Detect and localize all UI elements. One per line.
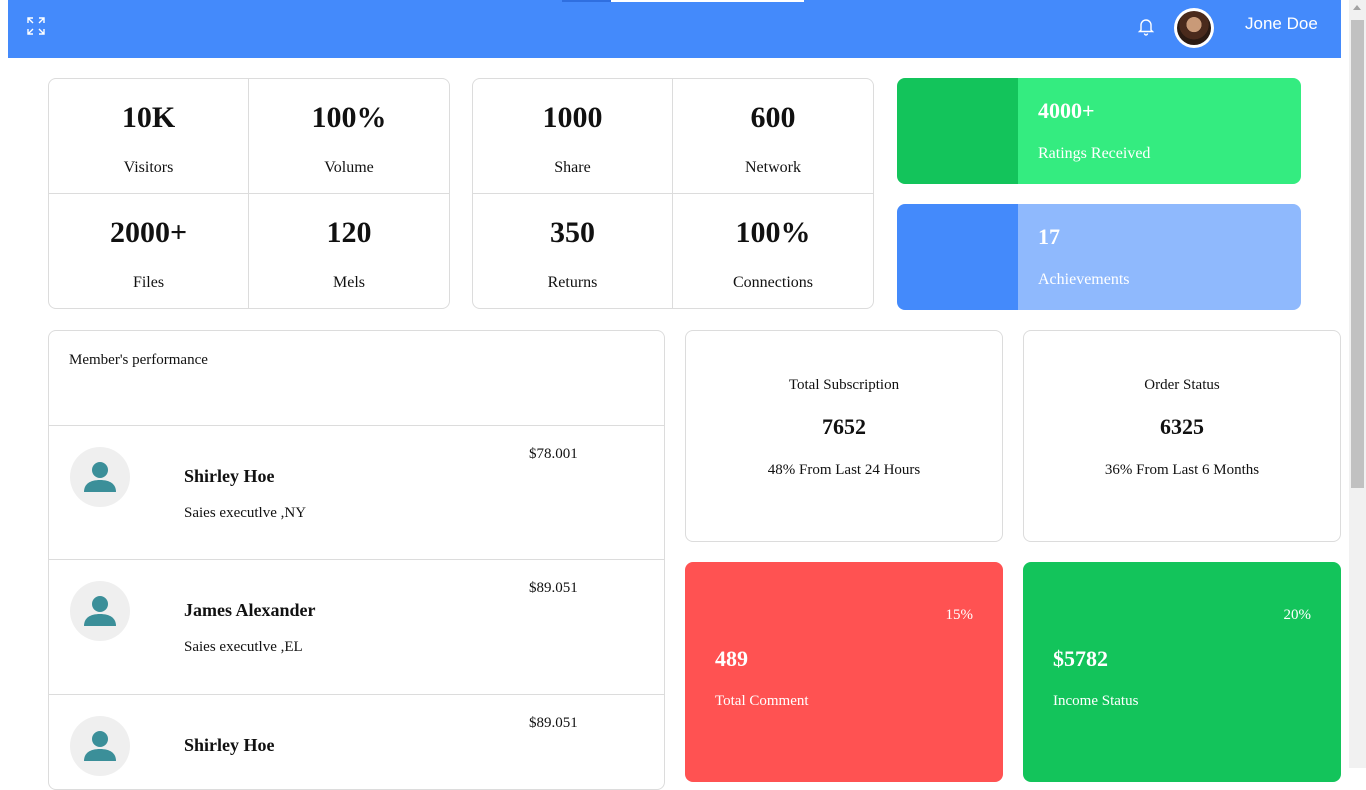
list-item[interactable]: James Alexander Saies executlve ,EL $89.… xyxy=(49,559,664,694)
stat-label: Mels xyxy=(333,273,365,291)
member-amount: $89.051 xyxy=(529,580,578,596)
card-label: Total Comment xyxy=(715,693,809,709)
member-name: Shirley Hoe xyxy=(184,466,275,486)
stat-value: 2000+ xyxy=(109,215,188,249)
scrollbar-thumb[interactable] xyxy=(1351,20,1364,488)
card-percent: 20% xyxy=(1283,607,1312,623)
user-icon[interactable] xyxy=(70,447,130,507)
card-percent: 15% xyxy=(945,607,974,623)
scroll-up-icon[interactable] xyxy=(1353,5,1361,10)
stat-label: Files xyxy=(132,273,165,291)
stat-network: 600 Network xyxy=(673,79,873,194)
card-title: Total Subscription xyxy=(788,377,900,393)
card-accent xyxy=(897,78,1018,184)
scrollbar[interactable] xyxy=(1349,0,1366,768)
user-icon[interactable] xyxy=(70,716,130,776)
card-label: Income Status xyxy=(1053,693,1139,709)
stats-panel-b: 1000 Share 600 Network 350 Returns 100% … xyxy=(472,78,874,309)
stat-label: Share xyxy=(554,159,591,176)
top-tab-indicator-active xyxy=(611,0,804,2)
card-label: Ratings Received xyxy=(1038,145,1151,162)
member-role: Saies executlve ,EL xyxy=(184,639,303,655)
member-amount: $78.001 xyxy=(529,446,578,462)
stat-value: 100% xyxy=(735,215,811,249)
stat-share: 1000 Share xyxy=(473,79,673,194)
income-status-card: 20% $5782 Income Status xyxy=(1023,562,1341,782)
stat-label: Network xyxy=(745,159,801,176)
member-amount: $89.051 xyxy=(529,715,578,731)
stat-value: 350 xyxy=(550,215,595,249)
achievements-card: 17 Achievements xyxy=(897,204,1301,310)
card-value: 7652 xyxy=(822,414,866,439)
card-body xyxy=(1018,78,1301,184)
member-name: Shirley Hoe xyxy=(184,735,275,755)
total-subscription-card: Total Subscription 7652 48% From Last 24… xyxy=(685,330,1003,542)
order-status-card: Order Status 6325 36% From Last 6 Months xyxy=(1023,330,1341,542)
member-performance-panel: Member's performance Shirley Hoe Saies e… xyxy=(48,330,665,790)
stat-value: 10K xyxy=(121,101,176,134)
card-detail: 48% From Last 24 Hours xyxy=(767,462,921,478)
card-body xyxy=(1018,204,1301,310)
ratings-card: 4000+ Ratings Received xyxy=(897,78,1301,184)
user-avatar[interactable] xyxy=(1174,8,1214,48)
member-name: James Alexander xyxy=(184,600,316,620)
panel-title: Member's performance xyxy=(69,352,208,368)
card-value: 17 xyxy=(1038,224,1060,249)
card-value: $5782 xyxy=(1053,646,1108,671)
stat-value: 100% xyxy=(311,101,387,134)
card-accent xyxy=(897,204,1018,310)
stat-connections: 100% Connections xyxy=(673,194,873,309)
user-icon[interactable] xyxy=(70,581,130,641)
total-comment-card: 15% 489 Total Comment xyxy=(685,562,1003,782)
stat-visitors: 10K Visitors xyxy=(49,79,249,194)
stat-value: 600 xyxy=(750,101,796,134)
stat-returns: 350 Returns xyxy=(473,193,673,308)
member-role: Saies executlve ,NY xyxy=(184,505,307,521)
card-title: Order Status xyxy=(1144,377,1220,393)
username[interactable]: Jone Doe xyxy=(1245,14,1318,34)
stat-label: Returns xyxy=(547,273,598,291)
stat-label: Connections xyxy=(733,273,813,291)
list-item[interactable]: Shirley Hoe Saies executlve ,NY $78.001 xyxy=(49,425,664,560)
stat-value: 1000 xyxy=(542,101,603,134)
stats-panel-a: 10K Visitors 100% Volume 2000+ Files 120… xyxy=(48,78,450,309)
stat-files: 2000+ Files xyxy=(49,193,249,308)
top-bar: Jone Doe xyxy=(8,0,1341,58)
card-value: 6325 xyxy=(1160,414,1204,439)
card-value: 4000+ xyxy=(1038,98,1095,123)
card-label: Achievements xyxy=(1038,271,1130,288)
top-tab-indicator xyxy=(562,0,611,2)
stat-volume: 100% Volume xyxy=(249,79,449,194)
bell-icon[interactable] xyxy=(1137,16,1155,36)
list-item[interactable]: Shirley Hoe $89.051 xyxy=(49,694,664,789)
stat-label: Volume xyxy=(324,159,374,176)
card-detail: 36% From Last 6 Months xyxy=(1104,462,1260,478)
stat-value: 120 xyxy=(326,215,372,249)
stat-mels: 120 Mels xyxy=(249,194,449,309)
expand-icon[interactable] xyxy=(25,15,47,37)
avatar-photo xyxy=(1177,11,1211,45)
card-value: 489 xyxy=(715,646,748,671)
stat-label: Visitors xyxy=(123,159,174,176)
